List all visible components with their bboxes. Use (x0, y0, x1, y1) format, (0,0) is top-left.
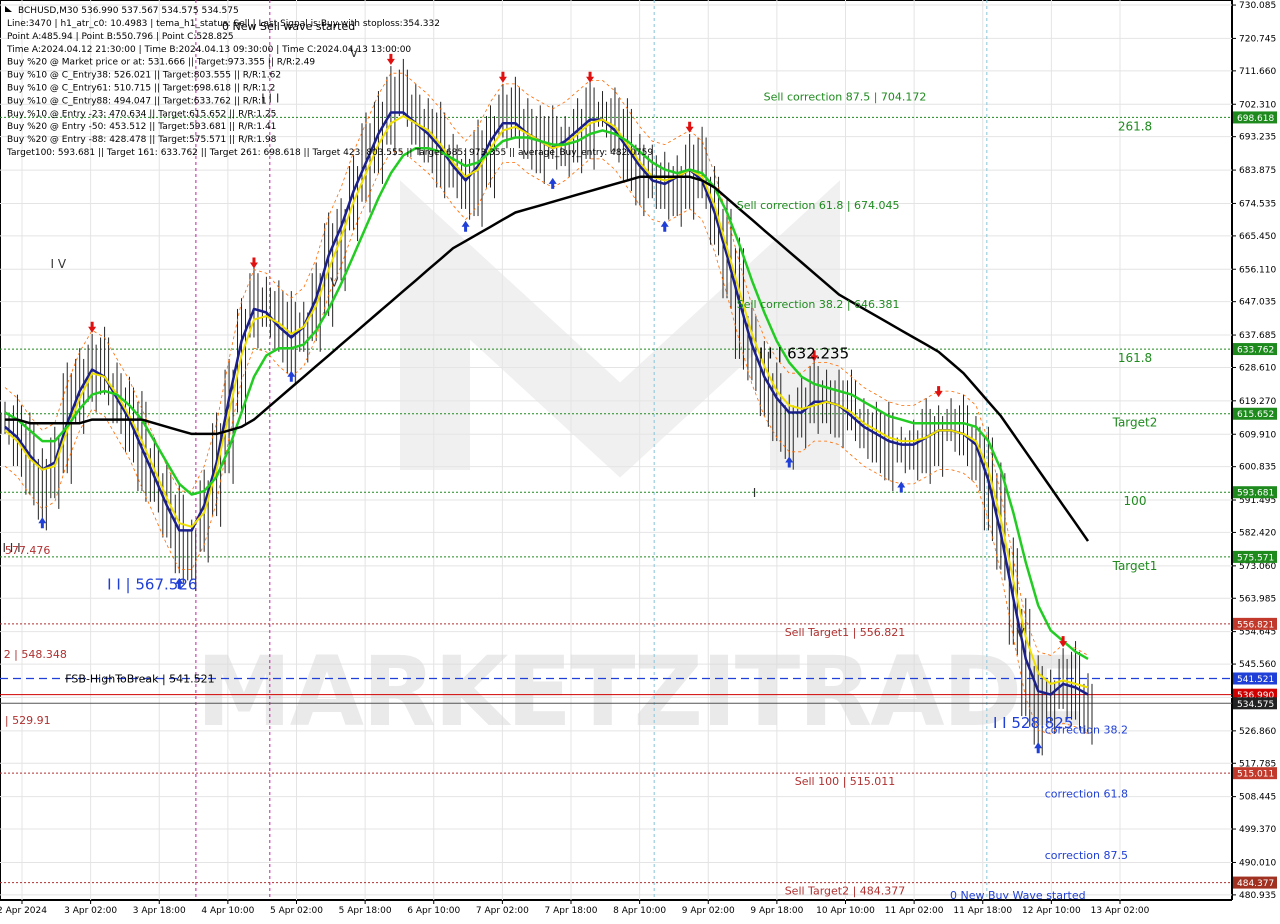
y-tick-label: 702.310 (1239, 100, 1276, 110)
y-tick-label: 480.935 (1239, 891, 1276, 901)
y-tick-label: 545.560 (1239, 660, 1276, 670)
y-tick-label: 730.085 (1239, 1, 1276, 11)
level-label: Sell Target1 | 556.821 (785, 626, 906, 639)
x-tick-label: 8 Apr 10:00 (613, 906, 666, 916)
level-label: Sell correction 87.5 | 704.172 (764, 91, 927, 104)
info-line: Line:3470 | h1_atr_c0: 10.4983 | tema_h1… (7, 19, 440, 29)
level-right-label: 100 (1124, 494, 1147, 508)
level-right-label: Target1 (1112, 559, 1158, 573)
level-label: Sell Target2 | 484.377 (785, 885, 906, 898)
wave-marker: I I I (2, 541, 20, 555)
y-tick-label: 582.420 (1239, 528, 1276, 538)
y-tick-label: 656.110 (1239, 265, 1276, 275)
x-tick-label: 3 Apr 18:00 (133, 906, 186, 916)
wave-marker: I V (323, 275, 339, 289)
price-tag-label: 556.821 (1237, 620, 1274, 630)
y-axis: 730.085 720.745 711.660 702.310 693.235 683.8… (1232, 0, 1280, 920)
annotation-text: 2 | 548.348 (4, 648, 67, 661)
x-tick-label: 13 Apr 02:00 (1091, 906, 1150, 916)
y-tick-label: 637.685 (1239, 331, 1276, 341)
price-tag-label: 593.681 (1237, 489, 1274, 499)
info-line: Buy %10 @ C_Entry88: 494.047 || Target:6… (7, 96, 267, 106)
x-tick-label: 7 Apr 02:00 (476, 906, 529, 916)
chart-container: MARKETZITRADE Sell correction 87.5 | 704… (0, 0, 1280, 920)
x-tick-label: 6 Apr 10:00 (407, 906, 460, 916)
price-tag-label: 698.618 (1237, 114, 1274, 124)
y-tick-label: 609.910 (1239, 430, 1276, 440)
y-tick-label: 619.270 (1239, 397, 1276, 407)
info-line: Buy %10 @ Entry -23: 470.634 || Target:6… (7, 109, 276, 119)
watermark-text: MARKETZITRADE (196, 636, 1084, 748)
annotation-text: FSB-HighToBreak | 541.521 (65, 672, 214, 685)
price-tag-label: 541.521 (1237, 675, 1274, 685)
wave-marker: I V (51, 257, 67, 271)
x-tick-label: 2 Apr 2024 (0, 906, 47, 916)
price-tag-label: 484.377 (1237, 879, 1274, 889)
x-tick-label: 4 Apr 10:00 (201, 906, 254, 916)
y-tick-label: 720.745 (1239, 34, 1276, 44)
y-tick-label: 647.035 (1239, 298, 1276, 308)
info-line: Buy %10 @ C_Entry38: 526.021 || Target:8… (7, 71, 281, 81)
price-tag-label: 515.011 (1237, 770, 1274, 780)
y-tick-label: 674.535 (1239, 199, 1276, 209)
y-tick-label: 665.450 (1239, 232, 1276, 242)
annotation-text: Sell correction 61.8 | 674.045 (737, 199, 900, 212)
level-label: Sell 100 | 515.011 (795, 775, 896, 788)
y-tick-label: 683.875 (1239, 166, 1276, 176)
price-chart: MARKETZITRADE Sell correction 87.5 | 704… (0, 0, 1280, 920)
y-tick-label: 628.610 (1239, 363, 1276, 373)
x-tick-label: 5 Apr 02:00 (270, 906, 323, 916)
level-right-label: 261.8 (1118, 119, 1152, 133)
level-right-label: Target2 (1112, 416, 1158, 430)
annotation-text: I I | 632.235 (759, 345, 849, 363)
info-line: Point A:485.94 | Point B:550.796 | Point… (7, 32, 234, 42)
info-line: Target100: 593.681 || Target 161: 633.76… (6, 148, 653, 158)
x-tick-label: 11 Apr 02:00 (885, 906, 944, 916)
y-tick-label: 526.860 (1239, 727, 1276, 737)
y-tick-label: 508.445 (1239, 793, 1276, 803)
x-tick-label: 9 Apr 18:00 (750, 906, 803, 916)
info-line: Buy %20 @ Entry -88: 428.478 || Target:5… (7, 135, 277, 145)
info-line: Time A:2024.04.12 21:30:00 | Time B:2024… (6, 45, 411, 55)
info-line: Buy %10 @ C_Entry61: 510.715 || Target:6… (7, 84, 275, 94)
level-right-label: 161.8 (1118, 351, 1152, 365)
x-tick-label: 11 Apr 18:00 (953, 906, 1012, 916)
x-tick-label: 12 Apr 10:00 (1022, 906, 1081, 916)
annotation-text: correction 61.8 (1045, 788, 1128, 801)
info-line: Buy %20 @ Entry -50: 453.512 || Target:5… (7, 122, 276, 132)
info-line: Buy %20 @ Market price or at: 531.666 ||… (7, 58, 315, 68)
annotation-text: | 529.91 (5, 714, 51, 727)
symbol-line: BCHUSD,M30 536.990 537.567 534.575 534.5… (18, 6, 239, 16)
y-tick-label: 600.835 (1239, 463, 1276, 473)
y-tick-label: 693.235 (1239, 133, 1276, 143)
y-tick-label: 711.660 (1239, 67, 1276, 77)
y-tick-label: 563.985 (1239, 594, 1276, 604)
price-tag-label: 534.575 (1237, 700, 1274, 710)
x-tick-label: 9 Apr 02:00 (682, 906, 735, 916)
y-tick-label: 490.010 (1239, 858, 1276, 868)
price-tag-label: 633.762 (1237, 346, 1274, 356)
x-tick-label: 3 Apr 02:00 (64, 906, 117, 916)
annotation-text: Sell correction 38.2 | 646.381 (737, 298, 900, 311)
annotation-text: I I | 567.526 (107, 576, 197, 594)
price-tag-label: 575.571 (1237, 553, 1274, 563)
annotation-text: correction 38.2 (1045, 724, 1128, 737)
y-tick-label: 499.370 (1239, 825, 1276, 835)
price-tag-label: 615.652 (1237, 410, 1274, 420)
x-tick-label: 7 Apr 18:00 (545, 906, 598, 916)
annotation-text: correction 87.5 (1045, 849, 1128, 862)
x-tick-label: 10 Apr 10:00 (816, 906, 875, 916)
wave-marker: I (753, 486, 757, 500)
x-tick-label: 5 Apr 18:00 (339, 906, 392, 916)
wave-marker: V (1016, 626, 1025, 640)
